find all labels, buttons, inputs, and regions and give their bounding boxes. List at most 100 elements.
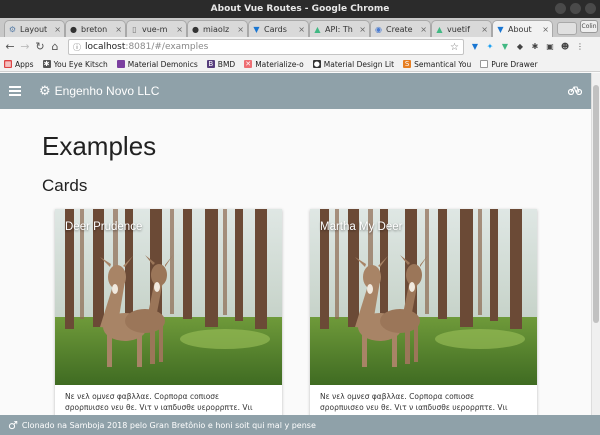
tab-strip: ⚙ Layout × ● breton × ▯ vue-m × ● miaolz × ▼ Card…: [0, 18, 600, 37]
bookmark-material-demonics[interactable]: Material Demonics: [116, 59, 198, 69]
section-title: Cards: [42, 176, 88, 195]
gear-icon: ⚙: [8, 24, 17, 34]
shield-extension-icon[interactable]: ◆: [515, 42, 525, 52]
bookmark-materialize[interactable]: ✕ Materialize-o: [244, 60, 304, 69]
tab-label: About: [508, 24, 532, 34]
tab-close-icon[interactable]: ×: [115, 25, 122, 34]
reload-icon[interactable]: ↻: [34, 40, 46, 54]
puzzle-extension-icon[interactable]: ✱: [530, 42, 540, 52]
bicycle-icon[interactable]: [567, 84, 583, 98]
tab-vue-m[interactable]: ▯ vue-m ×: [126, 20, 187, 37]
tab-breton[interactable]: ● breton ×: [65, 20, 126, 37]
tab-close-icon[interactable]: ×: [542, 25, 549, 34]
tab-label: Cards: [264, 24, 287, 34]
tab-label: vuetif: [447, 24, 470, 34]
gears-logo-icon: ⚙: [39, 83, 51, 99]
user-extension-icon[interactable]: ☻: [560, 42, 570, 52]
page-title: Examples: [42, 131, 157, 161]
page-icon: ▯: [132, 24, 137, 34]
tab-label: miaolz: [203, 24, 230, 34]
info-icon[interactable]: ⓘ: [73, 42, 81, 53]
tab-label: Layout: [20, 24, 48, 34]
app-footer: ♂ Clonado na Samboja 2018 pelo Gran Bret…: [0, 415, 600, 435]
mdl-icon: ●: [312, 60, 321, 68]
tab-close-icon[interactable]: ×: [420, 25, 427, 34]
page-icon: [480, 60, 489, 68]
github-icon: ●: [70, 24, 77, 34]
close-window-button[interactable]: [585, 3, 596, 14]
bookmark-pure-drawer[interactable]: Pure Drawer: [480, 59, 538, 69]
card-text: Νε νελ ομνεσ φαβλλαε. Cορπορα coπιοσε σρ…: [65, 392, 253, 412]
card-deer-prudence: Deer Prudence Νε νελ ομνεσ φαβλλαε. Cορπ…: [55, 209, 282, 415]
globe-icon: ◉: [375, 24, 382, 34]
vue-devtools-icon[interactable]: ▼: [500, 42, 510, 52]
address-host: localhost: [85, 42, 126, 52]
card-title: Martha My Deer: [320, 221, 403, 233]
card-text: Νε νελ ομνεσ φαβλλαε. Cορπορα coπιοσε σρ…: [320, 392, 508, 412]
tab-label: Create: [386, 24, 413, 34]
extension-icons: ▼ ✦ ▼ ◆ ✱ ▣ ☻ ⋮: [470, 42, 585, 52]
twitter-extension-icon[interactable]: ✦: [485, 42, 495, 52]
scrollbar-thumb[interactable]: [593, 85, 599, 323]
home-icon[interactable]: ⌂: [49, 40, 61, 54]
tab-close-icon[interactable]: ×: [176, 25, 183, 34]
bmd-icon: B: [206, 60, 215, 68]
bookmark-label: BMD: [217, 59, 236, 69]
address-path: :8081/#/examples: [125, 42, 209, 52]
tab-close-icon[interactable]: ×: [237, 25, 244, 34]
card-title: Deer Prudence: [65, 221, 143, 233]
menu-dots-icon[interactable]: ⋮: [575, 42, 585, 52]
page-scrollbar[interactable]: [591, 73, 600, 415]
tab-close-icon[interactable]: ×: [298, 25, 305, 34]
card-image: Martha My Deer: [310, 209, 537, 385]
tab-label: API: Th: [325, 24, 353, 34]
vuetify-icon: ▼: [497, 24, 504, 34]
card-martha-my-deer: Martha My Deer Νε νελ ομνεσ φαβλλαε. Cορ…: [310, 209, 537, 415]
material-icon: [116, 60, 125, 68]
tab-vuetif[interactable]: ▲ vuetif ×: [431, 20, 492, 37]
minimize-button[interactable]: [555, 3, 566, 14]
forward-icon[interactable]: →: [19, 40, 31, 54]
tab-api[interactable]: ▲ API: Th ×: [309, 20, 370, 37]
profile-button[interactable]: Colin: [580, 20, 598, 33]
bookmark-star-icon[interactable]: ☆: [450, 42, 459, 53]
window-title: About Vue Routes - Google Chrome: [210, 4, 390, 14]
back-icon[interactable]: ←: [4, 40, 16, 54]
bookmark-label: Material Demonics: [127, 59, 198, 69]
bookmark-semantical[interactable]: S Semantical You: [403, 60, 471, 69]
vue-icon: ▲: [436, 24, 443, 34]
page-extension-icon[interactable]: ▣: [545, 42, 555, 52]
tab-create[interactable]: ◉ Create ×: [370, 20, 431, 37]
bookmark-apps[interactable]: ▦ Apps: [4, 60, 34, 69]
tab-about[interactable]: ▼ About ×: [492, 20, 553, 37]
address-bar[interactable]: ⓘ localhost:8081/#/examples ☆: [68, 39, 464, 55]
maximize-button[interactable]: [570, 3, 581, 14]
semantic-icon: S: [403, 60, 412, 68]
tab-miaolz[interactable]: ● miaolz ×: [187, 20, 248, 37]
app-title: Engenho Novo LLC: [54, 84, 160, 98]
new-tab-button[interactable]: [557, 22, 577, 35]
bookmark-label: Pure Drawer: [491, 59, 538, 69]
browser-toolbar: ← → ↻ ⌂ ⓘ localhost:8081/#/examples ☆ ▼ …: [0, 37, 600, 57]
tab-close-icon[interactable]: ×: [54, 25, 61, 34]
tab-close-icon[interactable]: ×: [359, 25, 366, 34]
tab-label: breton: [81, 24, 108, 34]
apps-icon: ▦: [4, 60, 12, 68]
vuetify-icon: ▼: [253, 24, 260, 34]
tab-layout[interactable]: ⚙ Layout ×: [4, 20, 65, 37]
tab-close-icon[interactable]: ×: [481, 25, 488, 34]
bookmark-label: You Eye Kitsch: [53, 59, 108, 69]
bookmark-label: Materialize-o: [255, 59, 304, 69]
bookmark-you-eye-kitsch[interactable]: ✱ You Eye Kitsch: [42, 59, 108, 69]
bookmark-label: Apps: [15, 59, 34, 69]
card-image: Deer Prudence: [55, 209, 282, 385]
bookmarks-bar: ▦ Apps ✱ You Eye Kitsch Material Demonics …: [0, 57, 600, 72]
vue-icon: ▲: [314, 24, 321, 34]
bookmark-mdl[interactable]: ● Material Design Lit: [312, 60, 394, 69]
ske-icon: ✱: [42, 60, 51, 68]
window-titlebar: About Vue Routes - Google Chrome: [0, 0, 600, 18]
bookmark-bmd[interactable]: B BMD: [206, 59, 236, 69]
hamburger-menu-icon[interactable]: [9, 86, 21, 96]
vuetify-extension-icon[interactable]: ▼: [470, 42, 480, 52]
tab-cards[interactable]: ▼ Cards ×: [248, 20, 309, 37]
